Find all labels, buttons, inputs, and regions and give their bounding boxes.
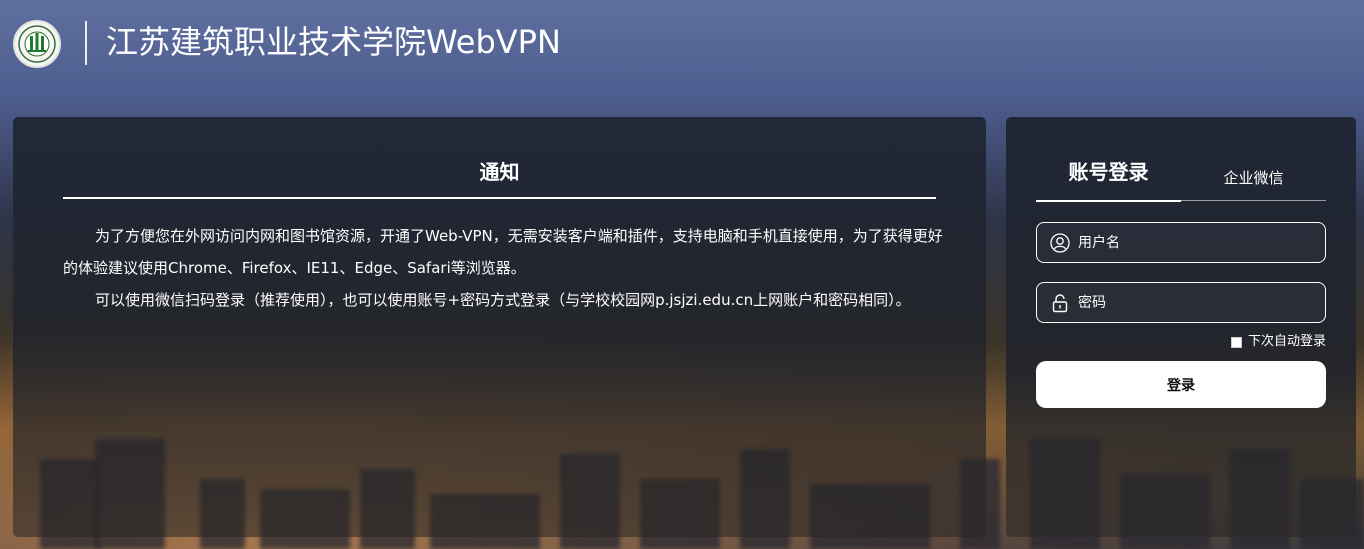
login-tabs: 账号登录 企业微信 [1036, 155, 1326, 202]
login-button[interactable]: 登录 [1036, 361, 1326, 408]
notice-panel: 通知 为了方便您在外网访问内网和图书馆资源，开通了Web-VPN，无需安装客户端… [13, 117, 986, 537]
site-header: 江苏建筑职业技术学院WebVPN [0, 0, 1364, 86]
password-input[interactable] [1078, 283, 1325, 322]
lock-icon [1050, 293, 1070, 313]
school-seal-logo [13, 20, 61, 68]
user-icon [1050, 232, 1070, 253]
username-input[interactable] [1078, 223, 1325, 262]
login-panel: 账号登录 企业微信 下次自动登录 登录 [1006, 117, 1356, 537]
notice-paragraph: 为了方便您在外网访问内网和图书馆资源，开通了Web-VPN，无需安装客户端和插件… [63, 227, 943, 277]
notice-divider [63, 197, 936, 199]
tab-account-login[interactable]: 账号登录 [1036, 155, 1181, 202]
password-field[interactable] [1036, 282, 1326, 323]
username-field[interactable] [1036, 222, 1326, 263]
notice-body: 为了方便您在外网访问内网和图书馆资源，开通了Web-VPN，无需安装客户端和插件… [63, 220, 943, 316]
notice-paragraph: 可以使用微信扫码登录（推荐使用），也可以使用账号+密码方式登录（与学校校园网p.… [95, 291, 911, 309]
remember-me[interactable]: 下次自动登录 [1230, 333, 1326, 351]
remember-me-checkbox[interactable] [1230, 336, 1242, 348]
notice-title: 通知 [479, 160, 520, 184]
remember-me-label: 下次自动登录 [1247, 334, 1326, 349]
site-title: 江苏建筑职业技术学院WebVPN [106, 23, 561, 61]
logo-emblem-icon [18, 25, 56, 63]
header-divider [85, 21, 87, 65]
tab-wecom-login[interactable]: 企业微信 [1181, 155, 1326, 201]
